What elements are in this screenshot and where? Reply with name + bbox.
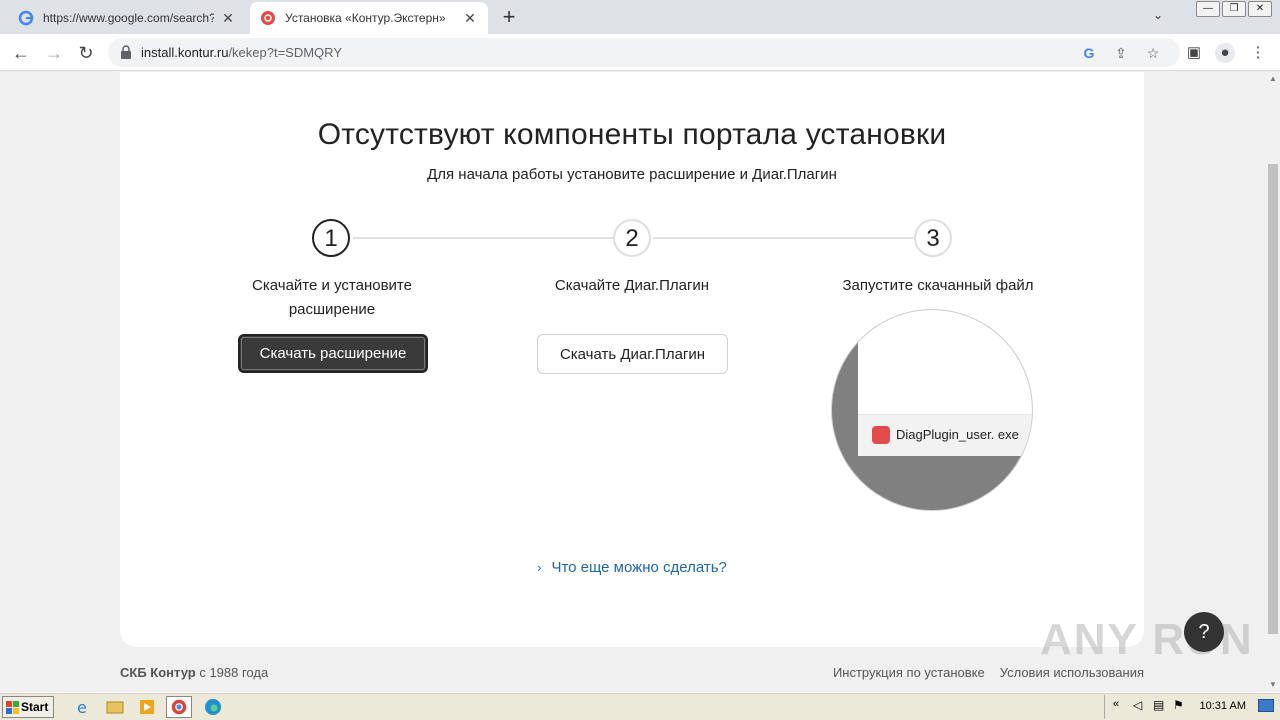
tab-kontur-install[interactable]: Установка «Контур.Экстерн» ✕	[250, 2, 488, 34]
reload-icon[interactable]: ↻	[74, 41, 98, 65]
action-center-flag-icon[interactable]: ⚑	[1173, 698, 1184, 712]
forward-arrow-icon[interactable]: →	[42, 41, 66, 65]
windows-logo-icon	[6, 701, 19, 714]
minimize-button[interactable]: —	[1196, 1, 1220, 17]
download-diagplugin-button[interactable]: Скачать Диаг.Плагин	[537, 334, 728, 374]
folder-icon[interactable]	[102, 696, 128, 718]
tab-strip: https://www.google.com/search?q= ✕ Устан…	[0, 0, 1280, 34]
show-desktop-icon[interactable]	[1258, 699, 1274, 712]
footer-brand: СКБ Контур с 1988 года	[120, 665, 268, 680]
step-3-label: Запустите скачанный файл	[842, 277, 1034, 294]
taskbar-clock[interactable]: 10:31 AM	[1200, 700, 1246, 712]
downloaded-file-name: DiagPlugin_user. exe	[896, 427, 1019, 442]
chrome-icon[interactable]	[166, 696, 192, 718]
address-bar[interactable]: install.kontur.ru/kekep?t=SDMQRY G ⇪ ☆	[108, 38, 1180, 67]
more-options-link[interactable]: › Что еще можно сделать?	[120, 559, 1144, 576]
step-connector	[353, 237, 613, 239]
url-path: /kekep?t=SDMQRY	[228, 45, 342, 60]
tab-close-icon[interactable]: ✕	[220, 10, 236, 27]
kontur-icon	[261, 11, 275, 25]
lock-icon	[121, 45, 131, 59]
profile-avatar-icon[interactable]: ●	[1215, 43, 1235, 63]
start-label: Start	[21, 700, 49, 714]
edge-icon[interactable]	[200, 696, 226, 718]
more-options-text: Что еще можно сделать?	[551, 559, 727, 576]
step-1-indicator: 1	[312, 219, 350, 257]
footer-links: Инструкция по установке Условия использо…	[833, 665, 1144, 680]
window-controls: — ❐ ✕	[1196, 1, 1272, 17]
browser-toolbar: ← → ↻ install.kontur.ru/kekep?t=SDMQRY G…	[0, 34, 1280, 71]
svg-text:e: e	[77, 698, 87, 717]
terms-of-use-link[interactable]: Условия использования	[1000, 665, 1144, 680]
diagplugin-file-icon	[872, 426, 890, 444]
scroll-down-arrow-icon[interactable]: ▼	[1266, 678, 1280, 692]
windows-taskbar: Start e « ◁ ▤ ⚑ 10:31 AM	[0, 692, 1280, 720]
step-1-label-line2: расширение	[288, 301, 376, 318]
google-icon	[18, 10, 34, 26]
start-button[interactable]: Start	[2, 696, 54, 718]
google-lens-icon[interactable]: G	[1080, 44, 1098, 62]
url-host: install.kontur.ru	[141, 45, 229, 60]
step-connector	[653, 237, 913, 239]
side-panel-icon[interactable]: ▣	[1184, 43, 1204, 63]
close-window-button[interactable]: ✕	[1248, 1, 1272, 17]
ie-icon[interactable]: e	[70, 696, 96, 718]
scroll-up-arrow-icon[interactable]: ▲	[1266, 72, 1280, 86]
install-guide-link[interactable]: Инструкция по установке	[833, 665, 985, 680]
page-scrollbar[interactable]: ▲ ▼	[1266, 72, 1280, 692]
restore-button[interactable]: ❐	[1222, 1, 1246, 17]
new-tab-button[interactable]: +	[498, 6, 520, 28]
step-3-indicator: 3	[914, 219, 952, 257]
page-viewport: Отсутствуют компоненты портала установки…	[0, 72, 1266, 692]
bookmark-star-icon[interactable]: ☆	[1144, 44, 1162, 62]
media-player-icon[interactable]	[134, 696, 160, 718]
scrollbar-thumb[interactable]	[1268, 164, 1278, 634]
step-2-label: Скачайте Диаг.Плагин	[554, 277, 710, 294]
tab-close-icon[interactable]: ✕	[462, 10, 478, 27]
page-subtitle: Для начала работы установите расширение …	[427, 166, 837, 183]
install-card: Отсутствуют компоненты портала установки…	[120, 72, 1144, 647]
help-button[interactable]: ?	[1184, 612, 1224, 652]
tray-expand-icon[interactable]: «	[1113, 698, 1119, 710]
menu-kebab-icon[interactable]: ⋮	[1248, 43, 1268, 63]
download-extension-button[interactable]: Скачать расширение	[238, 334, 428, 373]
step-1-label: Скачайте и установите расширение	[212, 274, 452, 322]
tab-title: Установка «Контур.Экстерн»	[285, 11, 446, 25]
download-preview-illustration: DiagPlugin_user. exe	[832, 310, 1032, 510]
chevron-right-icon: ›	[537, 560, 542, 575]
share-icon[interactable]: ⇪	[1112, 44, 1130, 62]
tab-title: https://www.google.com/search?q=	[43, 11, 214, 25]
footer-brand-name: СКБ Контур	[120, 665, 196, 680]
system-tray: « ◁ ▤ ⚑ 10:31 AM	[1104, 695, 1280, 719]
network-icon[interactable]: ▤	[1153, 698, 1164, 712]
footer-since: с 1988 года	[199, 665, 269, 680]
back-arrow-icon[interactable]: ←	[9, 41, 33, 65]
tab-google-search[interactable]: https://www.google.com/search?q= ✕	[8, 2, 246, 34]
volume-icon[interactable]: ◁	[1133, 698, 1142, 712]
url-text: install.kontur.ru/kekep?t=SDMQRY	[141, 45, 342, 60]
step-2-indicator: 2	[613, 219, 651, 257]
page-title: Отсутствуют компоненты портала установки	[317, 118, 947, 151]
step-1-label-line1: Скачайте и установите	[252, 277, 412, 294]
tab-search-chevron-icon[interactable]: ⌄	[1153, 8, 1163, 22]
